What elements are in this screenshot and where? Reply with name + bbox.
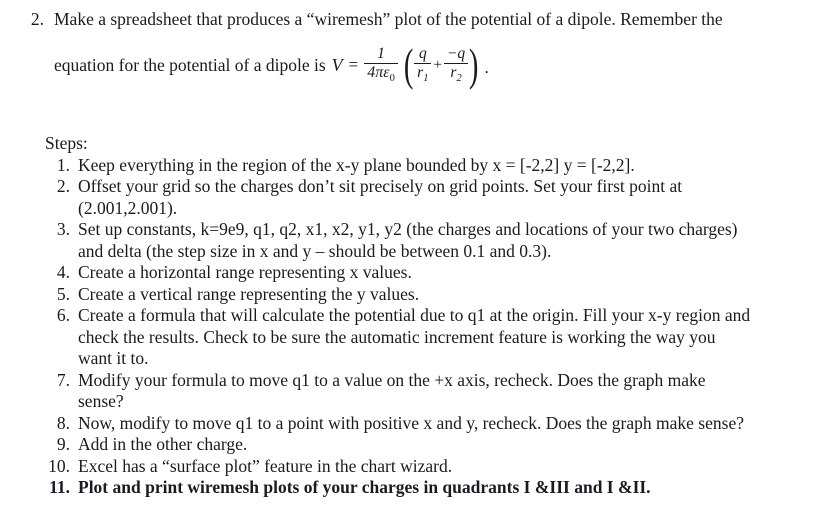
step-text-line: Offset your grid so the charges don’t si… xyxy=(78,176,683,196)
step-number: 8. xyxy=(56,412,70,433)
step-number: 4. xyxy=(56,262,70,282)
list-item: 1. Keep everything in the region of the x… xyxy=(45,155,835,177)
q2-numerator: −q xyxy=(446,44,466,62)
equation-period: . xyxy=(484,57,489,77)
list-item: 9. Add in the other charge. xyxy=(45,434,835,456)
step-number: 6. xyxy=(56,305,70,325)
step-text-line: Create a vertical range representing the… xyxy=(78,283,420,304)
list-item: 4. Create a horizontal range representing… xyxy=(45,262,835,284)
list-item: 8. Now, modify to move q1 to a point with… xyxy=(45,413,835,435)
step-number: 11. xyxy=(49,477,70,497)
step-text: Modify your formula to move q1 to a valu… xyxy=(78,370,835,413)
step-number: 7. xyxy=(56,369,70,390)
step-number: 3. xyxy=(56,219,70,239)
negative-charge-term: −q r2 xyxy=(443,44,469,85)
list-item: 5. Create a vertical range representing t… xyxy=(45,284,835,306)
coulomb-denominator-text: 4πε xyxy=(367,64,390,82)
coulomb-fraction-numerator: 1 xyxy=(377,44,386,62)
problem-number: 2. xyxy=(30,9,44,29)
r1-denominator: r1 xyxy=(414,64,431,85)
step-text-line: Create a horizontal range representing x… xyxy=(78,262,412,282)
step-text: Offset your grid so the charges don’t si… xyxy=(78,176,835,219)
problem-statement-line-1: Make a spreadsheet that produces a “wire… xyxy=(54,9,723,29)
step-text-line: Set up constants, k=9e9, q1, q2, x1, x2,… xyxy=(78,219,738,239)
step-text: Create a horizontal range representing x… xyxy=(78,262,835,284)
equation-equals-sign: = xyxy=(348,55,359,74)
step-text-line: Modify your formula to move q1 to a valu… xyxy=(78,369,706,390)
steps-heading: Steps: xyxy=(45,133,88,153)
left-parenthesis: ( xyxy=(403,39,414,91)
problem-body: Make a spreadsheet that produces a “wire… xyxy=(54,6,824,88)
step-text-line: sense? xyxy=(78,391,124,411)
step-text: Create a formula that will calculate the… xyxy=(78,305,835,370)
list-item: 6. Create a formula that will calculate t… xyxy=(45,305,835,370)
step-text: Plot and print wiremesh plots of your ch… xyxy=(78,477,835,499)
step-number: 10. xyxy=(48,455,70,476)
list-item: 2. Offset your grid so the charges don’t … xyxy=(45,176,835,219)
step-text-line: Excel has a “surface plot” feature in th… xyxy=(78,455,453,476)
step-text: Excel has a “surface plot” feature in th… xyxy=(78,456,835,478)
document-page: 2. Make a spreadsheet that produces a “w… xyxy=(0,0,835,524)
coulomb-constant-fraction: 1 4πε0 xyxy=(364,44,398,85)
step-text-line: Keep everything in the region of the x-y… xyxy=(78,154,635,175)
r1-subscript: 1 xyxy=(423,73,429,85)
equation-plus-sign: + xyxy=(433,57,442,73)
step-text: Create a vertical range representing the… xyxy=(78,284,835,306)
list-item: 7. Modify your formula to move q1 to a va… xyxy=(45,370,835,413)
step-number: 1. xyxy=(56,154,70,175)
step-number: 9. xyxy=(56,434,70,454)
step-text-line: Create a formula that will calculate the… xyxy=(78,305,751,325)
equation-row: equation for the potential of a dipole i… xyxy=(54,42,824,88)
step-number: 2. xyxy=(56,176,70,196)
r2-denominator: r2 xyxy=(447,64,464,85)
equation-lead-in: equation for the potential of a dipole i… xyxy=(54,55,326,75)
step-text-line: and delta (the step size in x and y – sh… xyxy=(78,240,552,261)
dipole-potential-equation: V = 1 4πε0 ( q r1 + −q r2) . xyxy=(331,39,489,91)
step-text-line: Plot and print wiremesh plots of your ch… xyxy=(78,477,651,497)
list-item: 3. Set up constants, k=9e9, q1, q2, x1, x… xyxy=(45,219,835,262)
steps-list: 1. Keep everything in the region of the x… xyxy=(45,155,835,499)
step-text: Set up constants, k=9e9, q1, q2, x1, x2,… xyxy=(78,219,835,262)
step-text: Now, modify to move q1 to a point with p… xyxy=(78,413,835,435)
equation-variable: V xyxy=(331,55,343,75)
step-text: Keep everything in the region of the x-y… xyxy=(78,155,835,177)
epsilon-subscript: 0 xyxy=(389,73,395,85)
step-text-line: want it to. xyxy=(78,348,149,368)
steps-section: Steps: 1. Keep everything in the region o… xyxy=(45,133,835,499)
list-item: 11. Plot and print wiremesh plots of your… xyxy=(45,477,835,499)
step-text-line: check the results. Check to be sure the … xyxy=(78,326,716,347)
coulomb-fraction-denominator: 4πε0 xyxy=(364,64,398,85)
step-text-line: (2.001,2.001). xyxy=(78,197,178,218)
problem-block: 2. Make a spreadsheet that produces a “w… xyxy=(0,6,835,88)
step-text-line: Now, modify to move q1 to a point with p… xyxy=(78,412,744,433)
r2-subscript: 2 xyxy=(456,73,462,85)
step-number: 5. xyxy=(56,283,70,304)
step-text-line: Add in the other charge. xyxy=(78,434,248,454)
step-text: Add in the other charge. xyxy=(78,434,835,456)
q1-numerator: q xyxy=(418,44,427,62)
list-item: 10. Excel has a “surface plot” feature in… xyxy=(45,456,835,478)
right-parenthesis: ) xyxy=(469,39,479,91)
positive-charge-term: q r1 xyxy=(414,44,432,85)
